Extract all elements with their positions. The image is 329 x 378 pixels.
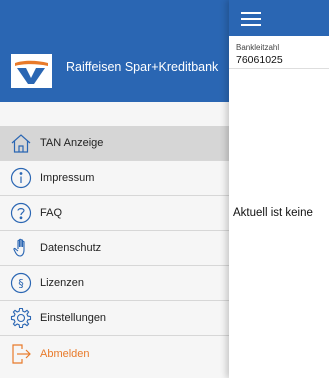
gear-icon <box>10 307 32 329</box>
paragraph-icon: § <box>10 272 32 294</box>
hamburger-menu-icon[interactable] <box>241 12 261 26</box>
divider <box>229 68 329 69</box>
menu-item-label: Impressum <box>40 172 95 184</box>
top-bar <box>229 0 329 36</box>
drawer-header: Raiffeisen Spar+Kreditbank <box>0 0 229 102</box>
menu-item-label: TAN Anzeige <box>40 137 104 149</box>
menu-item-label: Datenschutz <box>40 242 102 254</box>
menu-item-label: Lizenzen <box>40 277 85 289</box>
status-message: Aktuell ist keine <box>233 207 313 219</box>
menu-item-lizenzen[interactable]: § Lizenzen <box>0 266 229 301</box>
home-icon <box>10 132 32 154</box>
hand-icon <box>10 237 32 259</box>
menu-item-abmelden[interactable]: Abmelden <box>0 336 229 371</box>
navigation-drawer: Raiffeisen Spar+Kreditbank TAN Anzeige I… <box>0 0 229 378</box>
drawer-menu: TAN Anzeige Impressum FAQ Datenschutz § … <box>0 126 229 371</box>
question-icon <box>10 202 32 224</box>
bank-logo <box>11 54 52 88</box>
logout-icon <box>10 343 32 365</box>
menu-item-einstellungen[interactable]: Einstellungen <box>0 301 229 336</box>
menu-item-faq[interactable]: FAQ <box>0 196 229 231</box>
menu-item-label: FAQ <box>40 207 63 219</box>
menu-item-impressum[interactable]: Impressum <box>0 161 229 196</box>
main-content-panel: Bankleitzahl 76061025 Aktuell ist keine <box>229 0 329 378</box>
menu-item-datenschutz[interactable]: Datenschutz <box>0 231 229 266</box>
menu-item-tan-anzeige[interactable]: TAN Anzeige <box>0 126 229 161</box>
blz-value: 76061025 <box>236 54 283 66</box>
svg-text:§: § <box>18 277 24 290</box>
info-icon <box>10 167 32 189</box>
bank-name: Raiffeisen Spar+Kreditbank <box>66 60 219 74</box>
menu-item-label: Abmelden <box>40 347 90 360</box>
menu-item-label: Einstellungen <box>40 312 107 324</box>
blz-label: Bankleitzahl <box>236 43 280 52</box>
